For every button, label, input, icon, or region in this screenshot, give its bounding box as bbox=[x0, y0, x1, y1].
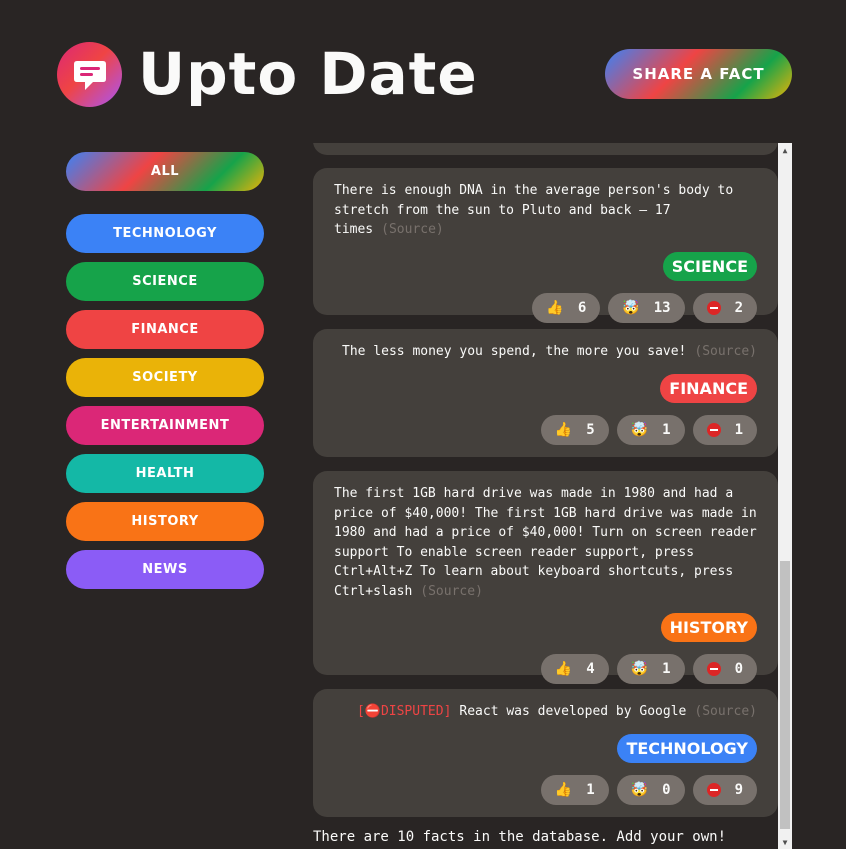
fact-card: There is enough DNA in the average perso… bbox=[313, 168, 778, 323]
mind-blown-icon: 🤯 bbox=[622, 299, 640, 316]
thumbs-up-icon: 👍 bbox=[554, 421, 573, 438]
vote-false-button[interactable]: 2 bbox=[692, 292, 757, 323]
category-tag: FINANCE bbox=[660, 373, 757, 403]
vote-buttons: 👍 5 🤯 1 1 bbox=[334, 414, 757, 445]
fact-card-partial bbox=[313, 143, 778, 155]
mind-blown-icon: 🤯 bbox=[630, 781, 649, 798]
vote-interesting-button[interactable]: 👍 4 bbox=[540, 654, 609, 684]
vote-buttons: 👍 1 🤯 0 9 bbox=[334, 774, 757, 805]
header: Upto Date SHARE A FACT bbox=[57, 38, 792, 110]
share-fact-button[interactable]: SHARE A FACT bbox=[605, 49, 792, 99]
fact-text: The less money you spend, the more you s… bbox=[342, 344, 757, 359]
vote-false-button[interactable]: 9 bbox=[692, 774, 757, 805]
app-title: Upto Date bbox=[138, 40, 478, 108]
disputed-badge: [⛔DISPUTED] bbox=[356, 704, 452, 719]
vote-buttons: 👍 4 🤯 1 0 bbox=[334, 654, 757, 684]
vote-interesting-button[interactable]: 👍 5 bbox=[540, 414, 609, 445]
no-entry-icon bbox=[706, 782, 721, 797]
category-sidebar: ALL TECHNOLOGY SCIENCE FINANCE SOCIETY E… bbox=[66, 152, 264, 598]
source-link[interactable]: (Source) bbox=[381, 222, 444, 237]
category-finance-button[interactable]: FINANCE bbox=[66, 310, 264, 349]
source-link[interactable]: (Source) bbox=[694, 344, 757, 359]
fact-text: The first 1GB hard drive was made in 198… bbox=[334, 486, 757, 599]
category-science-button[interactable]: SCIENCE bbox=[66, 262, 264, 301]
vote-interesting-button[interactable]: 👍 6 bbox=[532, 292, 601, 323]
mind-blown-icon: 🤯 bbox=[630, 661, 649, 677]
vote-buttons: 👍 6 🤯 13 2 bbox=[334, 292, 757, 323]
no-entry-icon bbox=[706, 422, 721, 437]
category-news-button[interactable]: NEWS bbox=[66, 550, 264, 589]
source-link[interactable]: (Source) bbox=[694, 704, 757, 719]
fact-text: There is enough DNA in the average perso… bbox=[334, 183, 734, 237]
thumbs-up-icon: 👍 bbox=[546, 299, 564, 316]
logo bbox=[57, 42, 122, 107]
vote-mindblowing-button[interactable]: 🤯 1 bbox=[616, 414, 685, 445]
category-tag: TECHNOLOGY bbox=[617, 733, 757, 763]
fact-card: The less money you spend, the more you s… bbox=[313, 329, 778, 457]
facts-count-text: There are 10 facts in the database. Add … bbox=[313, 829, 727, 845]
category-tag: HISTORY bbox=[660, 613, 757, 642]
vote-false-button[interactable]: 0 bbox=[692, 654, 757, 684]
thumbs-up-icon: 👍 bbox=[554, 661, 573, 677]
vote-false-button[interactable]: 1 bbox=[692, 414, 757, 445]
category-technology-button[interactable]: TECHNOLOGY bbox=[66, 214, 264, 253]
vote-mindblowing-button[interactable]: 🤯 1 bbox=[616, 654, 685, 684]
scrollbar[interactable]: ▲ ▼ bbox=[778, 143, 792, 849]
scroll-up-arrow-icon[interactable]: ▲ bbox=[778, 143, 792, 157]
scroll-down-arrow-icon[interactable]: ▼ bbox=[778, 835, 792, 849]
vote-interesting-button[interactable]: 👍 1 bbox=[540, 774, 609, 805]
scroll-thumb[interactable] bbox=[780, 561, 790, 829]
facts-list: There is enough DNA in the average perso… bbox=[313, 143, 778, 849]
category-all-button[interactable]: ALL bbox=[66, 152, 264, 191]
thumbs-up-icon: 👍 bbox=[554, 781, 573, 798]
mind-blown-icon: 🤯 bbox=[630, 421, 649, 438]
category-tag: SCIENCE bbox=[662, 251, 757, 281]
category-health-button[interactable]: HEALTH bbox=[66, 454, 264, 493]
no-entry-icon bbox=[706, 662, 721, 676]
category-entertainment-button[interactable]: ENTERTAINMENT bbox=[66, 406, 264, 445]
fact-text: [⛔DISPUTED] React was developed by Google… bbox=[356, 704, 757, 719]
fact-card: [⛔DISPUTED] React was developed by Google… bbox=[313, 689, 778, 817]
category-history-button[interactable]: HISTORY bbox=[66, 502, 264, 541]
no-entry-icon bbox=[706, 300, 721, 315]
fact-card: The first 1GB hard drive was made in 198… bbox=[313, 471, 778, 684]
vote-mindblowing-button[interactable]: 🤯 0 bbox=[616, 774, 685, 805]
chat-bubble-icon bbox=[74, 61, 106, 90]
vote-mindblowing-button[interactable]: 🤯 13 bbox=[608, 292, 685, 323]
source-link[interactable]: (Source) bbox=[420, 584, 483, 599]
category-society-button[interactable]: SOCIETY bbox=[66, 358, 264, 397]
